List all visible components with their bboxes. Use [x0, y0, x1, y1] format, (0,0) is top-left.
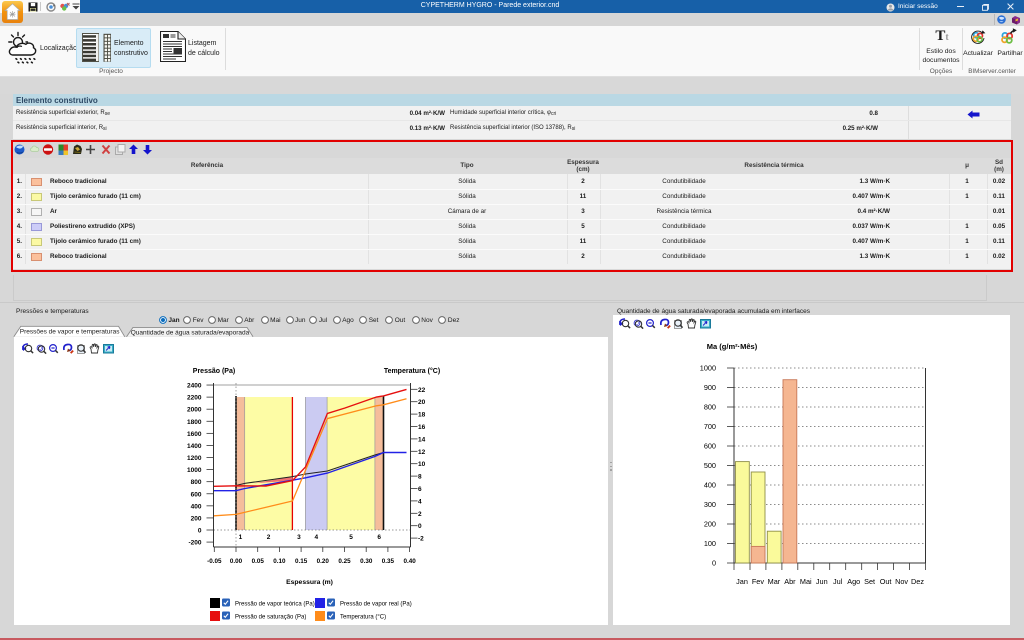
svg-text:0: 0 [418, 523, 422, 530]
svg-text:0.15: 0.15 [295, 558, 308, 565]
svg-text:Dez: Dez [911, 577, 924, 586]
svg-text:1400: 1400 [187, 443, 202, 450]
svg-text:4: 4 [314, 534, 318, 541]
svg-text:0.25: 0.25 [338, 558, 351, 565]
svg-text:0.35: 0.35 [382, 558, 395, 565]
svg-text:800: 800 [704, 403, 716, 412]
svg-text:Abr: Abr [784, 577, 796, 586]
svg-text:900: 900 [704, 383, 716, 392]
svg-text:1000: 1000 [187, 467, 202, 474]
svg-text:Ago: Ago [847, 577, 860, 586]
svg-text:200: 200 [191, 515, 202, 522]
svg-text:Nov: Nov [895, 577, 908, 586]
svg-text:4: 4 [418, 498, 422, 505]
svg-text:Ma (g/m²·Mês): Ma (g/m²·Mês) [707, 342, 758, 351]
svg-text:400: 400 [191, 503, 202, 510]
svg-text:Set: Set [864, 577, 875, 586]
svg-text:0.00: 0.00 [230, 558, 243, 565]
svg-text:Temperatura (°C): Temperatura (°C) [384, 367, 440, 375]
svg-text:14: 14 [418, 436, 426, 443]
svg-text:6: 6 [418, 486, 422, 493]
svg-text:200: 200 [704, 520, 716, 529]
svg-text:-2: -2 [418, 536, 424, 543]
svg-text:0.10: 0.10 [273, 558, 286, 565]
svg-text:8: 8 [418, 474, 422, 481]
svg-text:2400: 2400 [187, 383, 202, 390]
svg-text:400: 400 [704, 481, 716, 490]
svg-text:22: 22 [418, 387, 426, 394]
svg-text:18: 18 [418, 412, 426, 419]
svg-text:3: 3 [297, 534, 301, 541]
svg-text:0.30: 0.30 [360, 558, 373, 565]
svg-text:0.40: 0.40 [403, 558, 416, 565]
svg-text:Jul: Jul [833, 577, 843, 586]
svg-text:1600: 1600 [187, 431, 202, 438]
svg-text:Espessura (m): Espessura (m) [286, 579, 333, 586]
svg-text:Out: Out [880, 577, 892, 586]
svg-text:12: 12 [418, 449, 426, 456]
svg-text:Jan: Jan [736, 577, 748, 586]
svg-text:2000: 2000 [187, 407, 202, 414]
svg-text:Pressão (Pa): Pressão (Pa) [193, 368, 235, 375]
svg-text:-200: -200 [188, 540, 201, 547]
svg-text:0.20: 0.20 [317, 558, 330, 565]
svg-text:16: 16 [418, 424, 426, 431]
svg-text:Pressões de vapor e temperatur: Pressões de vapor e temperaturas [20, 329, 120, 336]
svg-text:600: 600 [191, 491, 202, 498]
svg-text:0: 0 [198, 528, 202, 535]
svg-text:100: 100 [704, 539, 716, 548]
svg-text:5: 5 [349, 534, 353, 541]
svg-text:Pressão de saturação (Pa): Pressão de saturação (Pa) [235, 615, 306, 621]
svg-text:20: 20 [418, 399, 426, 406]
svg-text:800: 800 [191, 479, 202, 486]
svg-text:0.05: 0.05 [252, 558, 265, 565]
svg-text:500: 500 [704, 461, 716, 470]
svg-text:0: 0 [712, 559, 716, 568]
svg-text:Mai: Mai [800, 577, 812, 586]
svg-text:1: 1 [239, 534, 243, 541]
svg-text:Fev: Fev [752, 577, 765, 586]
svg-text:2200: 2200 [187, 395, 202, 402]
svg-text:700: 700 [704, 422, 716, 431]
svg-text:Temperatura (°C): Temperatura (°C) [340, 615, 386, 621]
svg-text:10: 10 [418, 461, 426, 468]
svg-text:300: 300 [704, 500, 716, 509]
svg-text:6: 6 [377, 534, 381, 541]
svg-text:Mar: Mar [768, 577, 781, 586]
svg-text:2: 2 [418, 511, 422, 518]
svg-text:1200: 1200 [187, 455, 202, 462]
svg-text:600: 600 [704, 442, 716, 451]
svg-text:1000: 1000 [700, 364, 716, 373]
svg-text:-0.05: -0.05 [207, 558, 222, 565]
svg-text:1800: 1800 [187, 419, 202, 426]
svg-text:Quantidade de água saturada/ev: Quantidade de água saturada/evaporada [131, 330, 250, 337]
svg-text:2: 2 [267, 534, 271, 541]
svg-text:Jun: Jun [816, 577, 828, 586]
svg-text:Pressão de vapor real (Pa): Pressão de vapor real (Pa) [340, 602, 412, 608]
svg-text:Pressão de vapor teórica (Pa): Pressão de vapor teórica (Pa) [235, 602, 315, 608]
